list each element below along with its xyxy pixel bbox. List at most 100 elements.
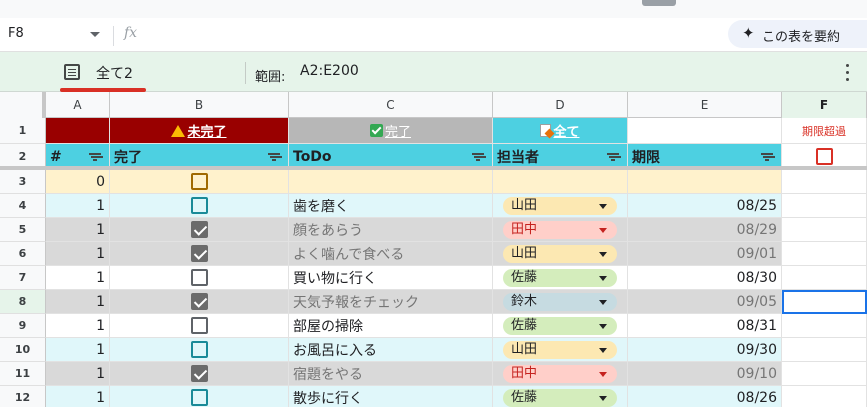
done-checkbox[interactable] <box>190 341 208 358</box>
todo-cell[interactable]: 顔をあらう <box>289 218 493 242</box>
column-header-a[interactable]: A <box>46 92 110 118</box>
person-chip[interactable]: 鈴木 <box>503 292 617 311</box>
chevron-down-icon[interactable] <box>599 395 607 401</box>
done-checkbox[interactable] <box>190 245 208 262</box>
row-header[interactable]: 3 <box>0 170 46 194</box>
person-cell[interactable]: 佐藤 <box>493 266 628 290</box>
done-checkbox[interactable] <box>190 173 208 190</box>
todo-cell[interactable]: 部屋の掃除 <box>289 314 493 338</box>
column-header-d[interactable]: D <box>493 92 628 118</box>
todo-cell[interactable]: 散歩に行く <box>289 386 493 407</box>
due-cell[interactable]: 08/26 <box>628 386 782 407</box>
person-chip[interactable]: 山田 <box>503 244 617 263</box>
filter-icon[interactable] <box>761 153 773 162</box>
todo-cell[interactable]: お風呂に入る <box>289 338 493 362</box>
due-cell[interactable]: 08/31 <box>628 314 782 338</box>
done-cell[interactable] <box>110 338 289 362</box>
row-header[interactable]: 4 <box>0 194 46 218</box>
count-cell[interactable]: 1 <box>46 314 110 338</box>
done-checkbox[interactable] <box>190 389 208 406</box>
cell-f[interactable] <box>782 242 867 266</box>
view-name[interactable]: 全て2 <box>96 63 133 83</box>
done-cell[interactable] <box>110 242 289 266</box>
count-cell[interactable]: 1 <box>46 338 110 362</box>
more-vert-icon[interactable] <box>845 64 851 82</box>
count-cell[interactable]: 1 <box>46 194 110 218</box>
person-cell[interactable]: 佐藤 <box>493 386 628 407</box>
cell-f[interactable] <box>782 266 867 290</box>
count-cell[interactable]: 1 <box>46 290 110 314</box>
overdue-checkbox[interactable] <box>815 148 833 165</box>
person-chip[interactable]: 佐藤 <box>503 388 617 407</box>
person-chip[interactable]: 佐藤 <box>503 268 617 287</box>
due-cell[interactable]: 09/30 <box>628 338 782 362</box>
cell-f[interactable] <box>782 314 867 338</box>
done-checkbox[interactable] <box>190 365 208 382</box>
filter-icon[interactable] <box>89 153 101 162</box>
person-cell[interactable]: 山田 <box>493 338 628 362</box>
done-checkbox[interactable] <box>190 197 208 214</box>
done-cell[interactable] <box>110 314 289 338</box>
column-header-b[interactable]: B <box>110 92 289 118</box>
person-cell[interactable]: 田中 <box>493 218 628 242</box>
row-header[interactable]: 12 <box>0 386 46 407</box>
row-header[interactable]: 5 <box>0 218 46 242</box>
todo-cell[interactable]: 買い物に行く <box>289 266 493 290</box>
row-header[interactable]: 10 <box>0 338 46 362</box>
filter-icon[interactable] <box>268 153 280 162</box>
chevron-down-icon[interactable] <box>599 371 607 377</box>
done-checkbox[interactable] <box>190 293 208 310</box>
todo-cell[interactable]: よく噛んで食べる <box>289 242 493 266</box>
filter-all-button[interactable]: 全て <box>493 118 628 144</box>
done-cell[interactable] <box>110 386 289 407</box>
count-cell[interactable]: 1 <box>46 266 110 290</box>
todo-cell[interactable]: 歯を磨く <box>289 194 493 218</box>
chevron-down-icon[interactable] <box>599 347 607 353</box>
count-cell[interactable]: 1 <box>46 386 110 407</box>
person-chip[interactable]: 山田 <box>503 340 617 359</box>
done-cell[interactable] <box>110 290 289 314</box>
todo-cell[interactable]: 宿題をやる <box>289 362 493 386</box>
filter-icon[interactable] <box>472 153 484 162</box>
row-header[interactable]: 1 <box>0 118 46 144</box>
row-header[interactable]: 9 <box>0 314 46 338</box>
row-header[interactable]: 8 <box>0 290 46 314</box>
select-all-corner[interactable] <box>0 92 46 118</box>
frozen-row-divider[interactable] <box>0 166 867 170</box>
chevron-down-icon[interactable] <box>599 323 607 329</box>
column-header-c[interactable]: C <box>289 92 493 118</box>
table-view-icon[interactable] <box>64 64 80 80</box>
chevron-down-icon[interactable] <box>599 251 607 257</box>
person-chip[interactable]: 田中 <box>503 220 617 239</box>
cell-f[interactable] <box>782 362 867 386</box>
person-chip[interactable]: 田中 <box>503 364 617 383</box>
chevron-down-icon[interactable] <box>599 227 607 233</box>
row-header[interactable]: 7 <box>0 266 46 290</box>
due-cell[interactable] <box>628 170 782 194</box>
filter-icon[interactable] <box>607 153 619 162</box>
due-cell[interactable]: 08/29 <box>628 218 782 242</box>
cell-f[interactable] <box>782 290 867 314</box>
due-cell[interactable]: 09/01 <box>628 242 782 266</box>
person-cell[interactable]: 山田 <box>493 194 628 218</box>
person-chip[interactable]: 佐藤 <box>503 316 617 335</box>
done-cell[interactable] <box>110 194 289 218</box>
due-cell[interactable]: 08/25 <box>628 194 782 218</box>
row-header[interactable]: 11 <box>0 362 46 386</box>
person-chip[interactable]: 山田 <box>503 196 617 215</box>
summarize-table-button[interactable]: ✦ この表を要約 <box>728 20 867 48</box>
count-cell[interactable]: 1 <box>46 218 110 242</box>
name-box[interactable]: F8 <box>8 26 24 41</box>
cell-f[interactable] <box>782 386 867 407</box>
done-cell[interactable] <box>110 266 289 290</box>
scroll-knob[interactable] <box>642 0 676 6</box>
column-header-e[interactable]: E <box>628 92 782 118</box>
cell-f[interactable] <box>782 218 867 242</box>
todo-cell[interactable]: 天気予報をチェック <box>289 290 493 314</box>
filter-incomplete-button[interactable]: 未完了 <box>110 118 289 144</box>
count-cell[interactable]: 0 <box>46 170 110 194</box>
cell-f[interactable] <box>782 338 867 362</box>
done-checkbox[interactable] <box>190 317 208 334</box>
person-cell[interactable]: 田中 <box>493 362 628 386</box>
cell-f[interactable] <box>782 194 867 218</box>
